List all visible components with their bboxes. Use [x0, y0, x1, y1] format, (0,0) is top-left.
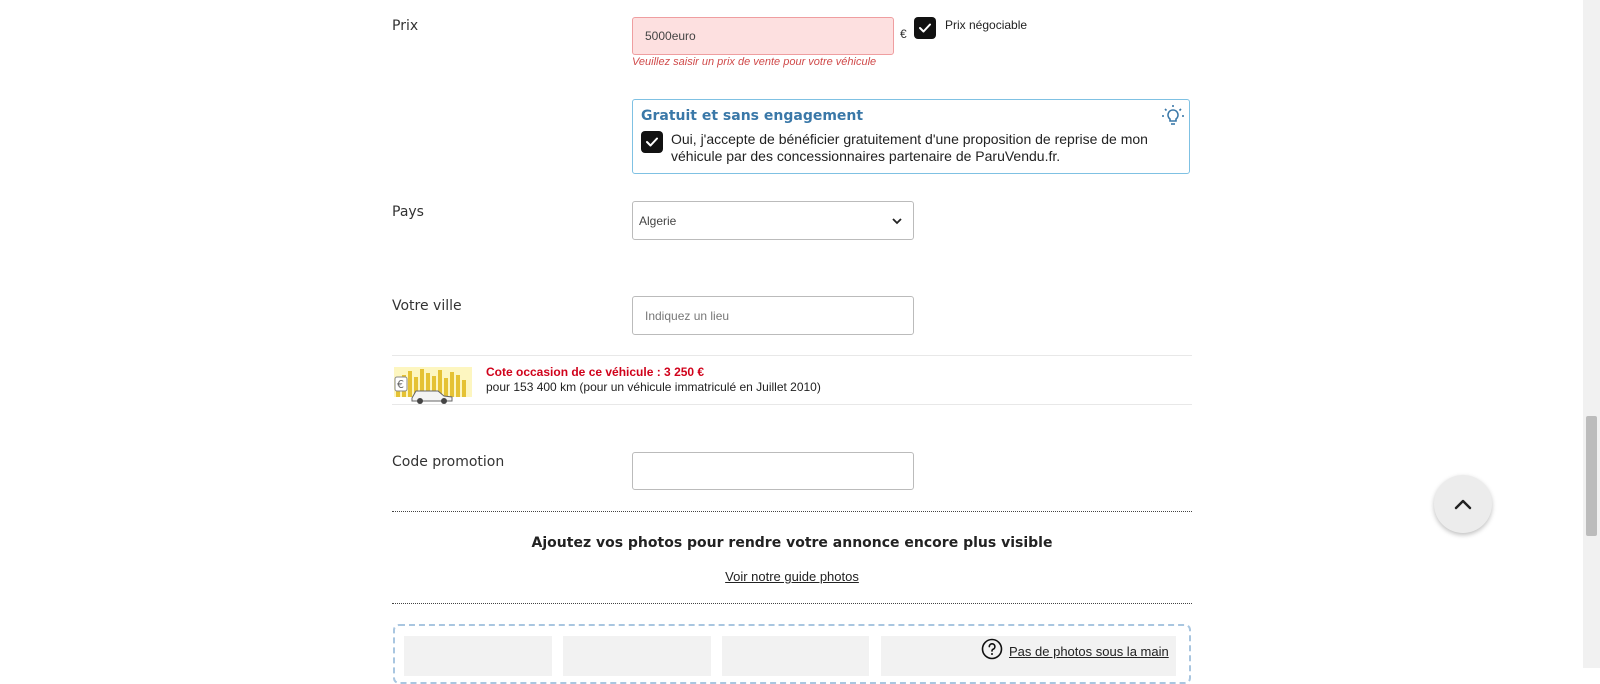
trade-in-checkbox[interactable] [641, 131, 663, 153]
price-input[interactable]: 5000euro [632, 17, 894, 55]
offer-text-line1: Oui, j'accepte de bénéficier gratuitemen… [671, 131, 1148, 147]
car-value-chart-image: € [394, 367, 472, 409]
trade-in-offer-box: Gratuit et sans engagement Oui, j'accept… [632, 99, 1190, 174]
no-photos-link[interactable]: Pas de photos sous la main [1009, 644, 1169, 659]
divider [392, 511, 1192, 512]
negotiable-checkbox[interactable] [914, 17, 936, 39]
photo-slot[interactable] [563, 636, 711, 676]
check-icon [919, 23, 931, 33]
photo-guide-link[interactable]: Voir notre guide photos [725, 569, 859, 584]
divider [392, 603, 1192, 604]
no-photos-help[interactable]: Pas de photos sous la main [981, 638, 1169, 664]
photos-heading: Ajoutez vos photos pour rendre votre ann… [531, 535, 1053, 551]
promo-code-label: Code promotion [392, 454, 505, 470]
country-select[interactable]: Algerie [632, 201, 914, 240]
offer-title: Gratuit et sans engagement [641, 108, 864, 124]
offer-text-line2: véhicule par des concessionnaires parten… [671, 148, 1061, 164]
back-to-top-button[interactable] [1434, 475, 1492, 533]
price-label: Prix [392, 18, 419, 34]
scrollbar-thumb[interactable] [1586, 416, 1597, 536]
city-input[interactable]: Indiquez un lieu [632, 296, 914, 335]
car-value-title: Cote occasion de ce véhicule : 3 250 € [486, 365, 705, 379]
chevron-up-icon [1454, 499, 1472, 510]
lightbulb-icon [1161, 104, 1185, 132]
divider [392, 355, 1192, 356]
photo-slot[interactable] [404, 636, 552, 676]
currency-symbol: € [900, 27, 907, 41]
city-placeholder: Indiquez un lieu [645, 308, 730, 323]
car-value-subtitle: pour 153 400 km (pour un véhicule immatr… [486, 380, 821, 394]
promo-code-input[interactable] [632, 452, 914, 490]
help-circle-icon [981, 638, 1003, 664]
price-error-message: Veuillez saisir un prix de vente pour vo… [632, 56, 877, 68]
photo-slot[interactable] [722, 636, 869, 676]
country-label: Pays [392, 204, 424, 220]
negotiable-label: Prix négociable [945, 18, 1028, 32]
check-icon [646, 137, 658, 147]
svg-text:€: € [397, 378, 404, 391]
scrollbar-track[interactable] [1583, 0, 1600, 668]
chevron-down-icon [891, 215, 903, 230]
price-value: 5000euro [645, 29, 696, 43]
country-selected-value: Algerie [639, 213, 677, 228]
city-label: Votre ville [392, 298, 462, 314]
divider [392, 404, 1192, 405]
